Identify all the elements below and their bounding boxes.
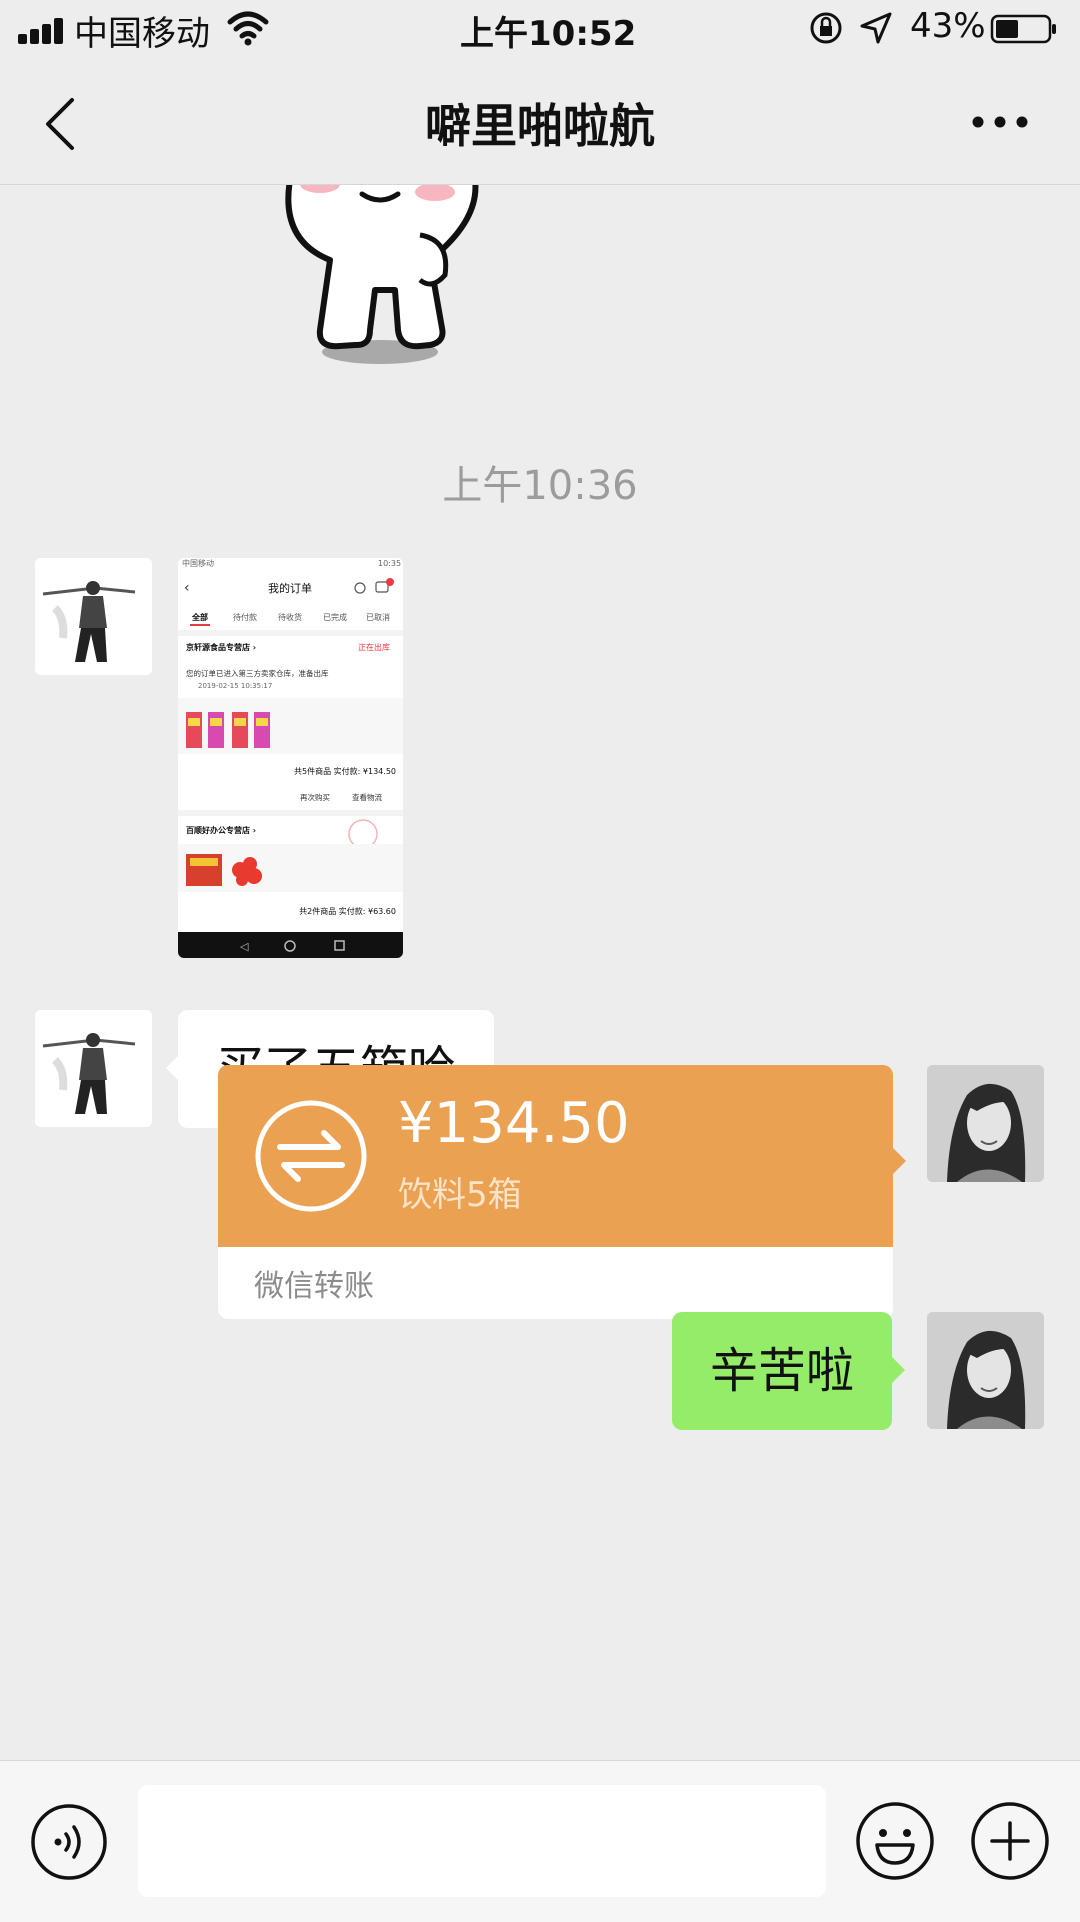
battery-percent: 43%: [910, 6, 986, 46]
transfer-amount: ¥134.50: [398, 1091, 630, 1156]
svg-text:2019-02-15 10:35:17: 2019-02-15 10:35:17: [198, 682, 272, 690]
warrior-figure-icon: [35, 1010, 152, 1127]
svg-text:10:35: 10:35: [378, 559, 401, 568]
wifi-icon: [227, 11, 269, 46]
svg-text:共5件商品 实付款: ¥134.50: 共5件商品 实付款: ¥134.50: [294, 766, 396, 776]
svg-text:共2件商品 实付款: ¥63.60: 共2件商品 实付款: ¥63.60: [299, 906, 396, 916]
svg-text:中国移动: 中国移动: [182, 558, 214, 568]
message-text: 辛苦啦: [709, 1343, 854, 1399]
input-bar: [0, 1760, 1080, 1922]
plus-more-icon[interactable]: [970, 1801, 1050, 1881]
timestamp: 上午10:36: [442, 463, 638, 509]
svg-text:我的订单: 我的订单: [268, 581, 312, 595]
svg-text:◁: ◁: [240, 940, 249, 953]
contact-avatar[interactable]: [35, 558, 152, 675]
svg-text:已完成: 已完成: [323, 612, 347, 622]
battery-icon: [990, 14, 1056, 44]
svg-text:京轩源食品专营店 ›: 京轩源食品专营店 ›: [186, 642, 256, 652]
status-bar: 中国移动 上午10:52 43%: [0, 0, 1080, 60]
orientation-lock-icon: [810, 12, 842, 44]
chat-header: 噼里啪啦航: [0, 60, 1080, 185]
order-screenshot-message[interactable]: 中国移动 10:35 ‹ 我的订单 全部 待付款 待收货 已完成 已取消 京轩源…: [178, 558, 403, 958]
svg-text:再次购买: 再次购买: [300, 792, 330, 802]
message-list[interactable]: 上午10:36 中国移动 10:35 ‹ 我的订单 全部 待付款 待收货 已完成…: [0, 185, 1080, 1760]
svg-text:已取消: 已取消: [366, 612, 390, 622]
svg-text:查看物流: 查看物流: [352, 792, 382, 802]
warrior-figure-icon: [35, 558, 152, 675]
contact-avatar[interactable]: [35, 1010, 152, 1127]
location-icon: [860, 12, 892, 44]
svg-text:正在出库: 正在出库: [358, 642, 390, 652]
signal-icon: [18, 16, 70, 44]
clock: 上午10:52: [460, 14, 637, 54]
wechat-transfer-card[interactable]: ¥134.50 饮料5箱 微信转账: [218, 1065, 893, 1319]
order-screenshot-image: 中国移动 10:35 ‹ 我的订单 全部 待付款 待收货 已完成 已取消 京轩源…: [178, 558, 403, 958]
svg-text:‹: ‹: [184, 580, 190, 596]
woman-portrait-icon: [927, 1065, 1044, 1182]
transfer-note: 饮料5箱: [398, 1175, 522, 1215]
transfer-arrows-icon: [255, 1100, 367, 1212]
my-avatar[interactable]: [927, 1312, 1044, 1429]
svg-text:全部: 全部: [191, 612, 208, 622]
message-input[interactable]: [138, 1785, 826, 1897]
text-message-sent[interactable]: 辛苦啦: [671, 1312, 906, 1430]
svg-text:百顺好办公专营店 ›: 百顺好办公专营店 ›: [186, 825, 256, 835]
svg-text:您的订单已进入第三方卖家仓库，准备出库: 您的订单已进入第三方卖家仓库，准备出库: [186, 668, 329, 678]
sticker-image[interactable]: [270, 185, 510, 365]
emoji-icon[interactable]: [855, 1801, 935, 1881]
more-options-icon[interactable]: [970, 112, 1030, 132]
my-avatar[interactable]: [927, 1065, 1044, 1182]
chat-title: 噼里啪啦航: [425, 99, 655, 153]
woman-portrait-icon: [927, 1312, 1044, 1429]
bubble-pointer: [892, 1147, 906, 1175]
svg-text:待收货: 待收货: [278, 612, 302, 622]
transfer-card-body: ¥134.50 饮料5箱: [218, 1065, 893, 1247]
svg-text:待付款: 待付款: [233, 612, 257, 622]
carrier-label: 中国移动: [74, 14, 210, 54]
transfer-footer: 微信转账: [254, 1269, 374, 1304]
voice-input-icon[interactable]: [30, 1803, 108, 1881]
